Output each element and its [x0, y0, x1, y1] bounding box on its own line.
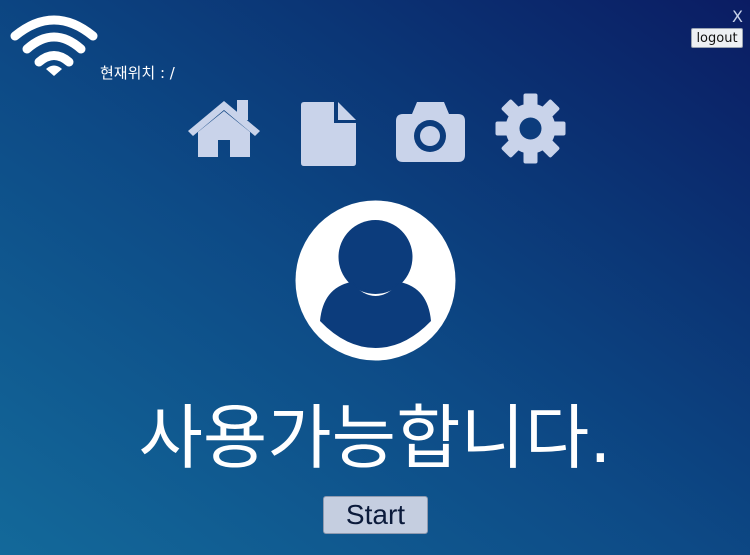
- start-button[interactable]: Start: [323, 496, 428, 534]
- camera-icon[interactable]: [395, 102, 466, 162]
- status-message: 사용가능합니다.: [138, 397, 612, 479]
- current-location-label: 현재위치 : /: [100, 64, 175, 82]
- wifi-icon: [10, 15, 98, 76]
- logout-button[interactable]: logout: [691, 28, 743, 48]
- close-button[interactable]: X: [732, 7, 743, 26]
- gear-icon[interactable]: [495, 93, 566, 164]
- file-icon[interactable]: [300, 101, 357, 167]
- user-avatar-icon: [295, 200, 456, 361]
- home-icon[interactable]: [186, 98, 262, 158]
